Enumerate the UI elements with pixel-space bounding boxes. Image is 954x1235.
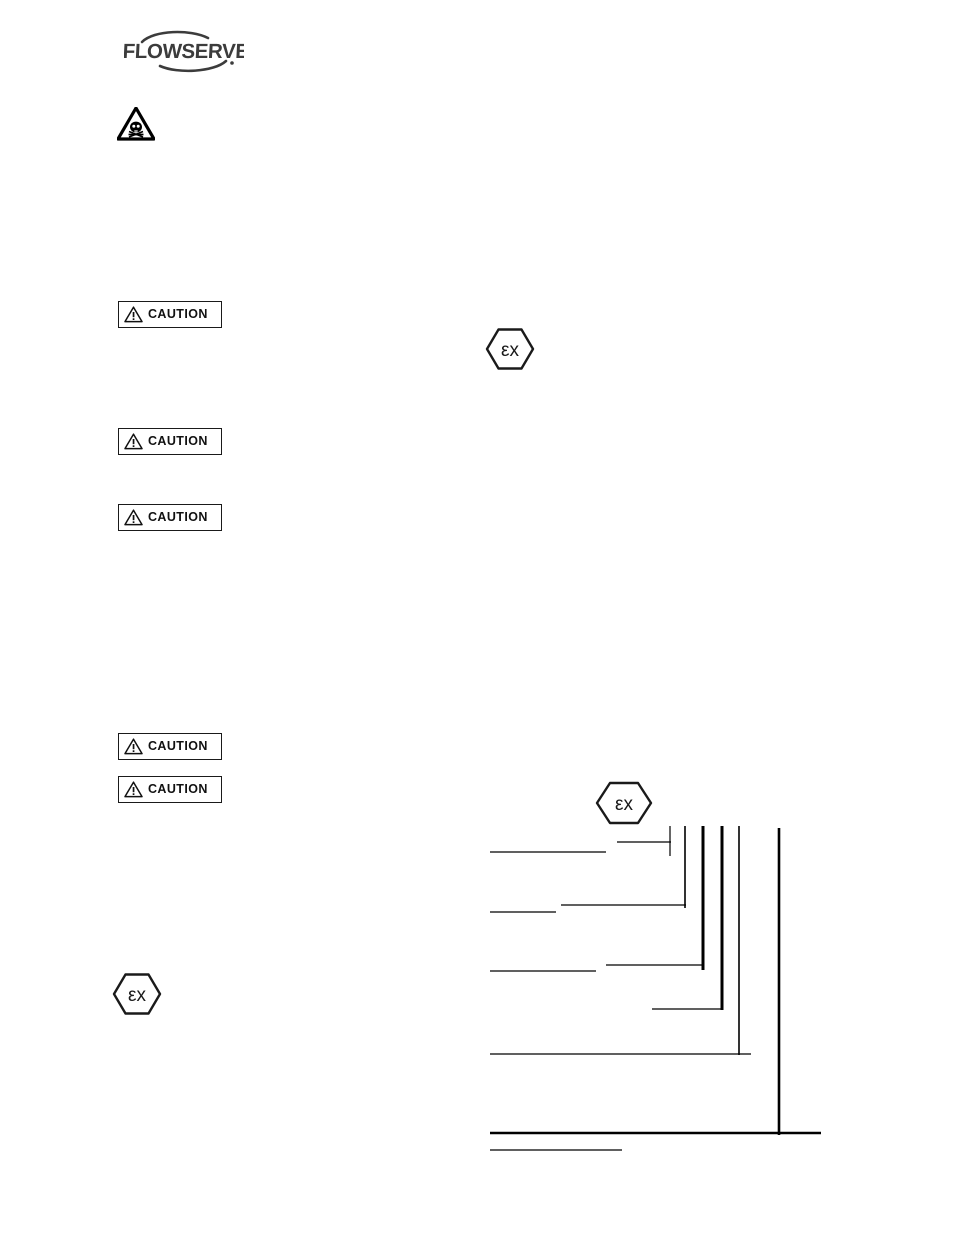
caution-notice-4: CAUTION <box>118 733 222 760</box>
atex-ex-hexagon-icon-diagram: εx <box>595 781 653 825</box>
document-page: FLOWSERVE CAUTION CAUTION CAUTION CAUTIO… <box>0 0 954 1235</box>
caution-label: CAUTION <box>148 782 208 797</box>
caution-label: CAUTION <box>148 434 208 449</box>
warning-triangle-icon <box>124 738 143 755</box>
flowserve-logo: FLOWSERVE <box>124 28 244 76</box>
caution-label: CAUTION <box>148 510 208 525</box>
warning-triangle-icon <box>124 433 143 450</box>
flowserve-wordmark: FLOWSERVE <box>124 40 244 63</box>
ex-label: εx <box>501 340 519 361</box>
caution-label: CAUTION <box>148 307 208 322</box>
warning-triangle-icon <box>124 509 143 526</box>
ex-label: εx <box>128 985 146 1006</box>
svg-text:εx: εx <box>615 794 633 815</box>
caution-notice-5: CAUTION <box>118 776 222 803</box>
warning-triangle-icon <box>124 306 143 323</box>
leader-lines <box>490 826 821 1151</box>
atex-ex-hexagon-icon-left: εx <box>112 972 162 1016</box>
warning-triangle-icon <box>124 781 143 798</box>
caution-label: CAUTION <box>148 739 208 754</box>
atex-marking-breakdown-diagram: εx <box>480 780 880 1160</box>
atex-ex-hexagon-icon-top-right: εx <box>485 327 535 371</box>
caution-notice-3: CAUTION <box>118 504 222 531</box>
caution-notice-2: CAUTION <box>118 428 222 455</box>
caution-notice-1: CAUTION <box>118 301 222 328</box>
toxic-hazard-triangle-icon <box>117 107 155 141</box>
